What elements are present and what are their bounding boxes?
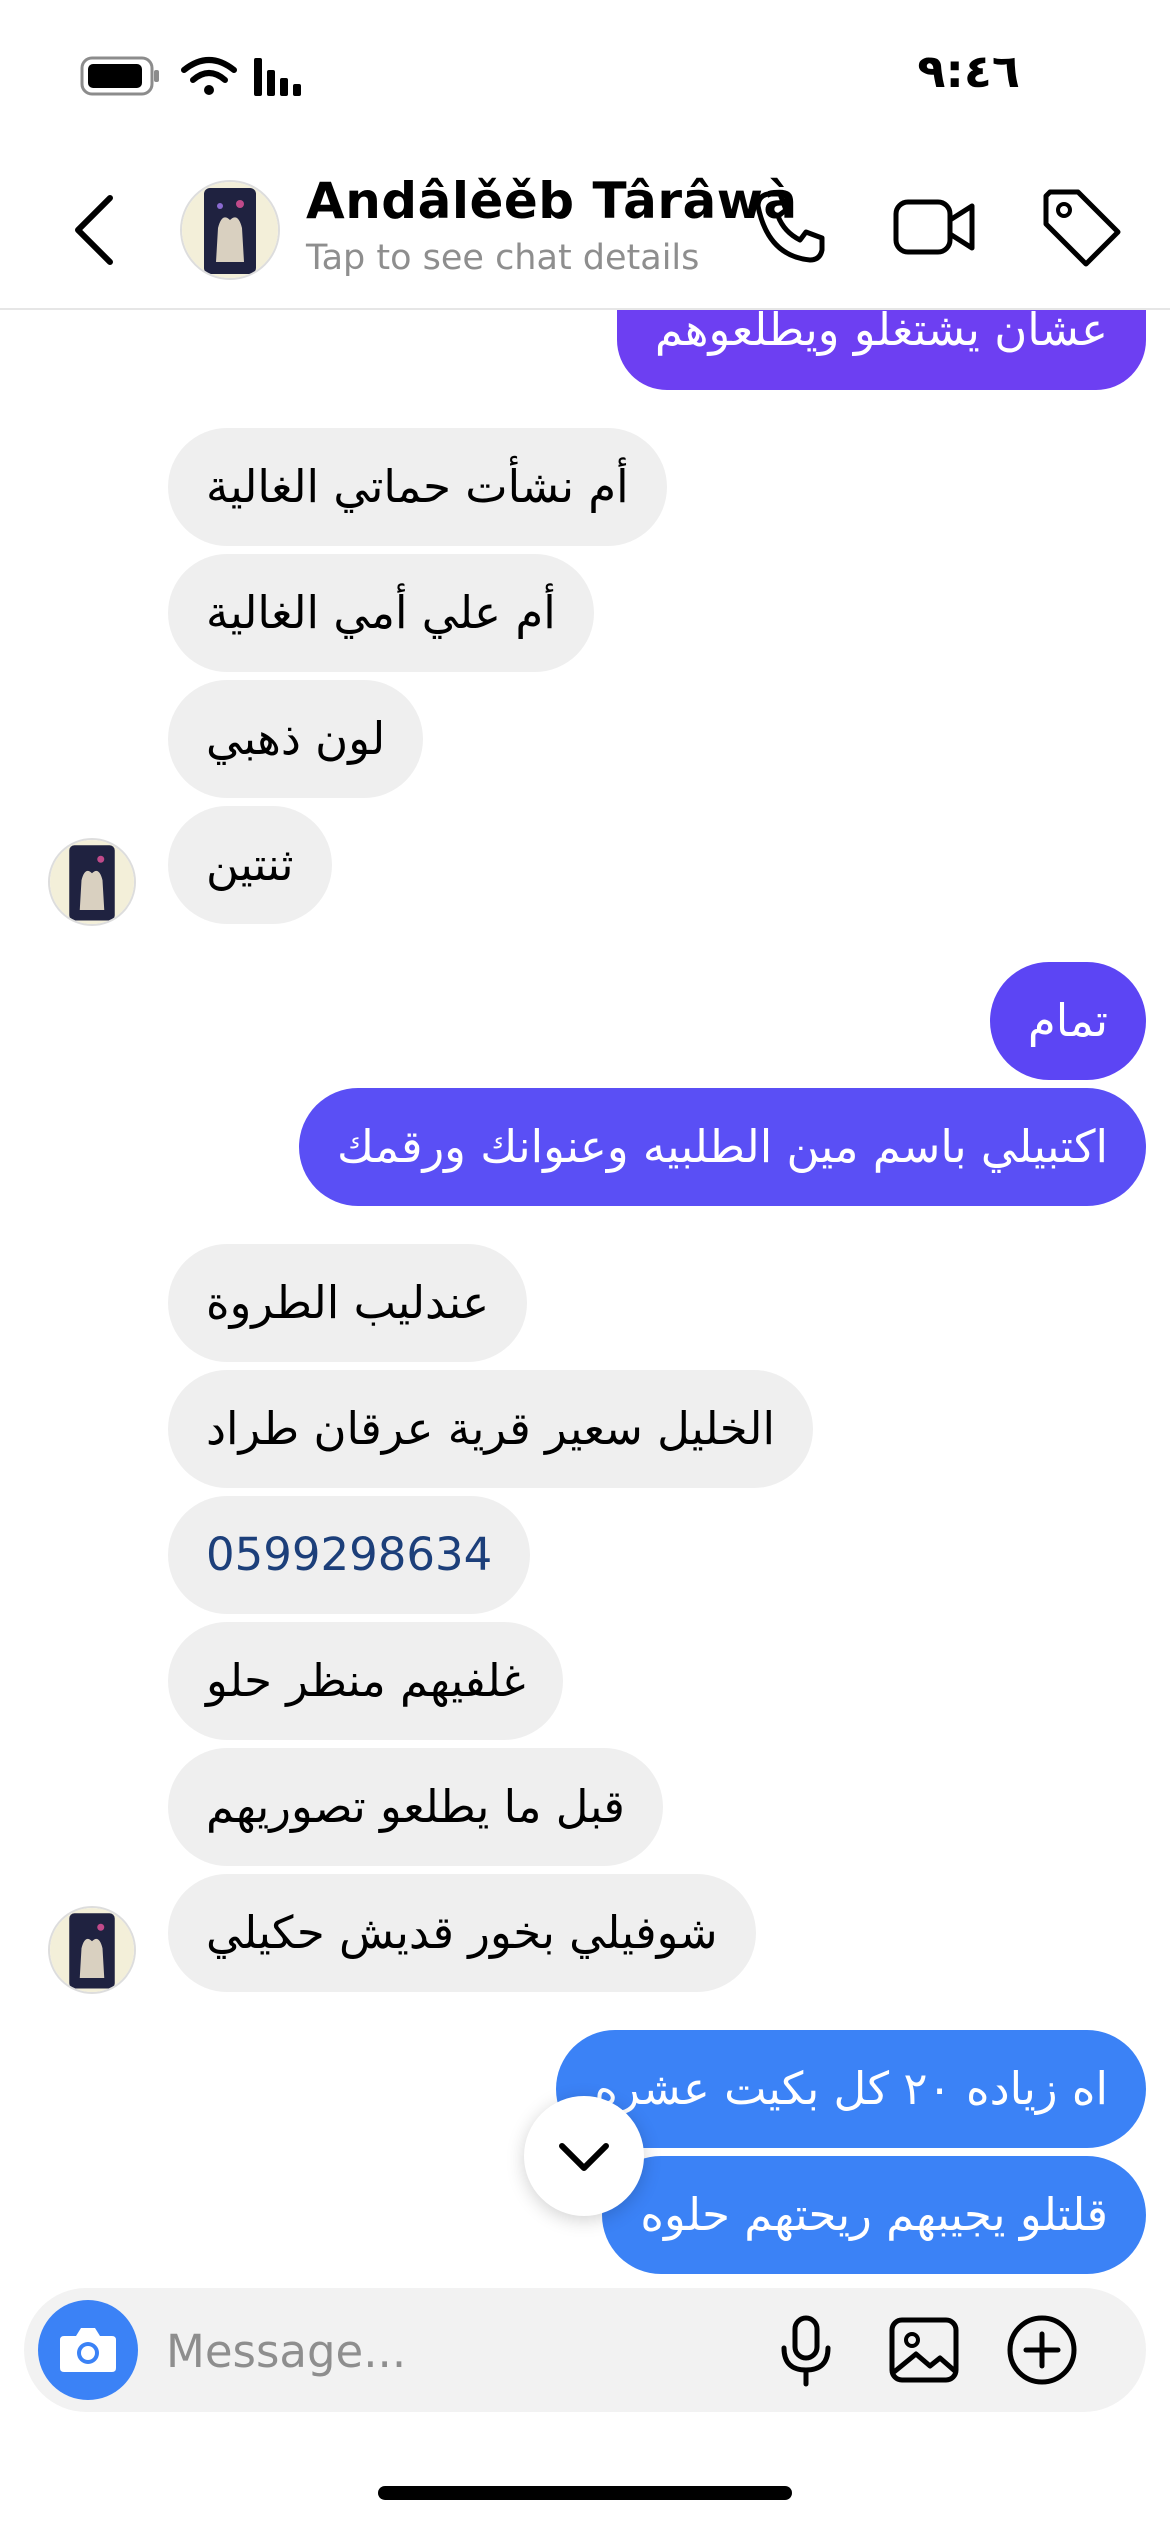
video-call-button[interactable]	[890, 182, 980, 272]
message-bubble-outgoing[interactable]: اه زياده ٢٠ كل بكيت عشره	[556, 2030, 1146, 2148]
message-bubble-incoming[interactable]: ثنتين	[168, 806, 332, 924]
status-time: ٩:٤٦	[917, 44, 1020, 98]
microphone-icon	[781, 2315, 831, 2387]
tag-icon	[1043, 189, 1121, 267]
status-icons	[78, 52, 338, 102]
message-bubble-incoming[interactable]: قبل ما يطلعو تصوريهم	[168, 1748, 663, 1866]
plus-circle-icon	[1007, 2315, 1077, 2385]
chat-details-link[interactable]: Tap to see chat details	[306, 238, 699, 278]
scroll-to-bottom-button[interactable]	[524, 2096, 644, 2216]
message-bubble-incoming[interactable]: الخليل سعير قرية عرقان طراد	[168, 1370, 813, 1488]
sender-avatar[interactable]	[48, 838, 136, 926]
image-icon	[889, 2317, 959, 2383]
tag-button[interactable]	[1036, 182, 1126, 272]
camera-icon	[60, 2328, 116, 2372]
message-bubble-outgoing[interactable]: تمام	[989, 962, 1146, 1080]
home-indicator[interactable]	[378, 2486, 792, 2500]
chevron-down-icon	[559, 2143, 609, 2171]
voice-message-button[interactable]	[766, 2310, 846, 2390]
message-bubble-incoming[interactable]: أم علي أمي الغالية	[168, 554, 594, 672]
message-bubble-outgoing[interactable]: قلتلو يجيبهم ريحتهم حلوه	[602, 2156, 1146, 2274]
contact-avatar[interactable]	[180, 180, 280, 280]
camera-button[interactable]	[38, 2300, 138, 2400]
sender-avatar[interactable]	[48, 1906, 136, 1994]
battery-icon	[80, 56, 159, 96]
message-bubble-outgoing[interactable]: اكتبيلي باسم مين الطلبيه وعنوانك ورقمك	[299, 1088, 1146, 1206]
add-attachment-button[interactable]	[1002, 2310, 1082, 2390]
back-icon	[75, 195, 113, 265]
signal-icon	[254, 58, 301, 96]
message-bubble-incoming[interactable]: غلفيهم منظر حلو	[168, 1622, 564, 1740]
message-composer	[24, 2288, 1146, 2412]
message-bubble-incoming[interactable]: لون ذهبي	[168, 680, 424, 798]
message-bubble-incoming[interactable]: أم نشأت حماتي الغالية	[168, 428, 667, 546]
phone-icon	[755, 191, 825, 263]
message-bubble-incoming[interactable]: عندليب الطروة	[168, 1244, 528, 1362]
message-input[interactable]	[164, 2318, 728, 2384]
back-button[interactable]	[60, 190, 130, 270]
chat-header: Andâlěěb Târâwà Tap to see chat details	[0, 150, 1170, 310]
gallery-button[interactable]	[884, 2310, 964, 2390]
video-icon	[893, 199, 975, 255]
message-bubble-incoming[interactable]: شوفيلي بخور قديش حكيلي	[168, 1874, 756, 1992]
phone-number-link[interactable]: 0599298634	[168, 1496, 531, 1614]
wifi-icon	[181, 57, 237, 95]
audio-call-button[interactable]	[746, 182, 836, 272]
contact-name[interactable]: Andâlěěb Târâwà	[306, 172, 798, 230]
